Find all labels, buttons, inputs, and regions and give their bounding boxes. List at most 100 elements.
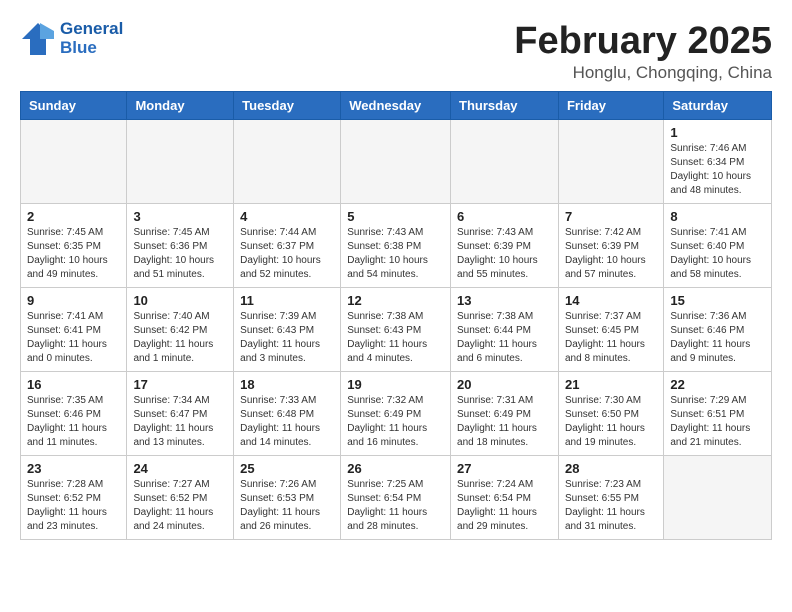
day-info: Sunrise: 7:41 AM Sunset: 6:40 PM Dayligh… — [670, 226, 765, 282]
day-info: Sunrise: 7:44 AM Sunset: 6:37 PM Dayligh… — [240, 226, 334, 282]
logo-line1: General — [60, 20, 123, 39]
day-cell: 10 Sunrise: 7:40 AM Sunset: 6:42 PM Dayli… — [127, 288, 234, 372]
logo-icon — [20, 21, 56, 57]
day-cell: 21 Sunrise: 7:30 AM Sunset: 6:50 PM Dayli… — [558, 372, 663, 456]
day-number: 17 — [133, 377, 227, 392]
calendar-header-row: SundayMondayTuesdayWednesdayThursdayFrid… — [21, 92, 772, 120]
day-number: 4 — [240, 209, 334, 224]
day-info: Sunrise: 7:42 AM Sunset: 6:39 PM Dayligh… — [565, 226, 657, 282]
day-number: 5 — [347, 209, 444, 224]
day-cell: 24 Sunrise: 7:27 AM Sunset: 6:52 PM Dayli… — [127, 456, 234, 540]
header-tuesday: Tuesday — [234, 92, 341, 120]
day-info: Sunrise: 7:30 AM Sunset: 6:50 PM Dayligh… — [565, 394, 657, 450]
day-cell — [21, 120, 127, 204]
day-cell: 2Sunrise: 7:45 AM Sunset: 6:35 PM Daylig… — [21, 204, 127, 288]
day-cell: 14 Sunrise: 7:37 AM Sunset: 6:45 PM Dayli… — [558, 288, 663, 372]
week-row-0: 1 Sunrise: 7:46 AM Sunset: 6:34 PM Daylig… — [21, 120, 772, 204]
header-wednesday: Wednesday — [341, 92, 451, 120]
day-info: Sunrise: 7:27 AM Sunset: 6:52 PM Dayligh… — [133, 478, 227, 534]
day-cell: 5 Sunrise: 7:43 AM Sunset: 6:38 PM Daylig… — [341, 204, 451, 288]
week-row-3: 16 Sunrise: 7:35 AM Sunset: 6:46 PM Dayli… — [21, 372, 772, 456]
day-cell: 23Sunrise: 7:28 AM Sunset: 6:52 PM Dayli… — [21, 456, 127, 540]
day-info: Sunrise: 7:46 AM Sunset: 6:34 PM Dayligh… — [670, 142, 765, 198]
day-cell: 11Sunrise: 7:39 AM Sunset: 6:43 PM Dayli… — [234, 288, 341, 372]
day-number: 14 — [565, 293, 657, 308]
day-cell — [341, 120, 451, 204]
day-number: 6 — [457, 209, 552, 224]
day-info: Sunrise: 7:38 AM Sunset: 6:43 PM Dayligh… — [347, 310, 444, 366]
day-cell — [234, 120, 341, 204]
day-number: 11 — [240, 293, 334, 308]
day-info: Sunrise: 7:43 AM Sunset: 6:39 PM Dayligh… — [457, 226, 552, 282]
day-number: 12 — [347, 293, 444, 308]
day-cell: 25 Sunrise: 7:26 AM Sunset: 6:53 PM Dayli… — [234, 456, 341, 540]
day-cell: 9 Sunrise: 7:41 AM Sunset: 6:41 PM Daylig… — [21, 288, 127, 372]
day-info: Sunrise: 7:25 AM Sunset: 6:54 PM Dayligh… — [347, 478, 444, 534]
day-info: Sunrise: 7:36 AM Sunset: 6:46 PM Dayligh… — [670, 310, 765, 366]
day-number: 21 — [565, 377, 657, 392]
day-info: Sunrise: 7:45 AM Sunset: 6:36 PM Dayligh… — [133, 226, 227, 282]
day-info: Sunrise: 7:28 AM Sunset: 6:52 PM Dayligh… — [27, 478, 120, 534]
day-info: Sunrise: 7:26 AM Sunset: 6:53 PM Dayligh… — [240, 478, 334, 534]
day-cell: 19Sunrise: 7:32 AM Sunset: 6:49 PM Dayli… — [341, 372, 451, 456]
day-info: Sunrise: 7:38 AM Sunset: 6:44 PM Dayligh… — [457, 310, 552, 366]
day-number: 20 — [457, 377, 552, 392]
title-section: February 2025 Honglu, Chongqing, China — [514, 20, 772, 83]
day-cell — [127, 120, 234, 204]
day-number: 18 — [240, 377, 334, 392]
day-number: 9 — [27, 293, 120, 308]
day-cell — [451, 120, 559, 204]
day-info: Sunrise: 7:41 AM Sunset: 6:41 PM Dayligh… — [27, 310, 120, 366]
day-number: 22 — [670, 377, 765, 392]
day-info: Sunrise: 7:43 AM Sunset: 6:38 PM Dayligh… — [347, 226, 444, 282]
subtitle: Honglu, Chongqing, China — [514, 63, 772, 83]
day-info: Sunrise: 7:37 AM Sunset: 6:45 PM Dayligh… — [565, 310, 657, 366]
day-cell: 6 Sunrise: 7:43 AM Sunset: 6:39 PM Daylig… — [451, 204, 559, 288]
day-info: Sunrise: 7:23 AM Sunset: 6:55 PM Dayligh… — [565, 478, 657, 534]
day-number: 27 — [457, 461, 552, 476]
day-number: 19 — [347, 377, 444, 392]
week-row-2: 9 Sunrise: 7:41 AM Sunset: 6:41 PM Daylig… — [21, 288, 772, 372]
day-cell: 20 Sunrise: 7:31 AM Sunset: 6:49 PM Dayli… — [451, 372, 559, 456]
day-cell: 12 Sunrise: 7:38 AM Sunset: 6:43 PM Dayli… — [341, 288, 451, 372]
day-cell: 3Sunrise: 7:45 AM Sunset: 6:36 PM Daylig… — [127, 204, 234, 288]
day-cell — [558, 120, 663, 204]
day-number: 2 — [27, 209, 120, 224]
day-cell: 4 Sunrise: 7:44 AM Sunset: 6:37 PM Daylig… — [234, 204, 341, 288]
day-info: Sunrise: 7:29 AM Sunset: 6:51 PM Dayligh… — [670, 394, 765, 450]
day-number: 25 — [240, 461, 334, 476]
main-title: February 2025 — [514, 20, 772, 63]
day-number: 8 — [670, 209, 765, 224]
day-number: 26 — [347, 461, 444, 476]
day-number: 16 — [27, 377, 120, 392]
day-info: Sunrise: 7:31 AM Sunset: 6:49 PM Dayligh… — [457, 394, 552, 450]
day-cell: 18 Sunrise: 7:33 AM Sunset: 6:48 PM Dayli… — [234, 372, 341, 456]
day-cell: 17 Sunrise: 7:34 AM Sunset: 6:47 PM Dayli… — [127, 372, 234, 456]
day-number: 15 — [670, 293, 765, 308]
header-thursday: Thursday — [451, 92, 559, 120]
day-number: 24 — [133, 461, 227, 476]
day-info: Sunrise: 7:24 AM Sunset: 6:54 PM Dayligh… — [457, 478, 552, 534]
calendar: SundayMondayTuesdayWednesdayThursdayFrid… — [20, 91, 772, 540]
day-info: Sunrise: 7:33 AM Sunset: 6:48 PM Dayligh… — [240, 394, 334, 450]
day-number: 28 — [565, 461, 657, 476]
day-cell: 8 Sunrise: 7:41 AM Sunset: 6:40 PM Daylig… — [664, 204, 772, 288]
day-number: 7 — [565, 209, 657, 224]
day-info: Sunrise: 7:40 AM Sunset: 6:42 PM Dayligh… — [133, 310, 227, 366]
day-number: 10 — [133, 293, 227, 308]
day-cell: 27 Sunrise: 7:24 AM Sunset: 6:54 PM Dayli… — [451, 456, 559, 540]
header-sunday: Sunday — [21, 92, 127, 120]
day-cell: 15 Sunrise: 7:36 AM Sunset: 6:46 PM Dayli… — [664, 288, 772, 372]
day-cell: 7 Sunrise: 7:42 AM Sunset: 6:39 PM Daylig… — [558, 204, 663, 288]
day-cell: 22 Sunrise: 7:29 AM Sunset: 6:51 PM Dayli… — [664, 372, 772, 456]
header-friday: Friday — [558, 92, 663, 120]
day-cell: 26 Sunrise: 7:25 AM Sunset: 6:54 PM Dayli… — [341, 456, 451, 540]
header-monday: Monday — [127, 92, 234, 120]
day-cell — [664, 456, 772, 540]
day-info: Sunrise: 7:35 AM Sunset: 6:46 PM Dayligh… — [27, 394, 120, 450]
day-number: 1 — [670, 125, 765, 140]
day-cell: 16 Sunrise: 7:35 AM Sunset: 6:46 PM Dayli… — [21, 372, 127, 456]
day-info: Sunrise: 7:34 AM Sunset: 6:47 PM Dayligh… — [133, 394, 227, 450]
week-row-4: 23Sunrise: 7:28 AM Sunset: 6:52 PM Dayli… — [21, 456, 772, 540]
logo-line2: Blue — [60, 39, 123, 58]
